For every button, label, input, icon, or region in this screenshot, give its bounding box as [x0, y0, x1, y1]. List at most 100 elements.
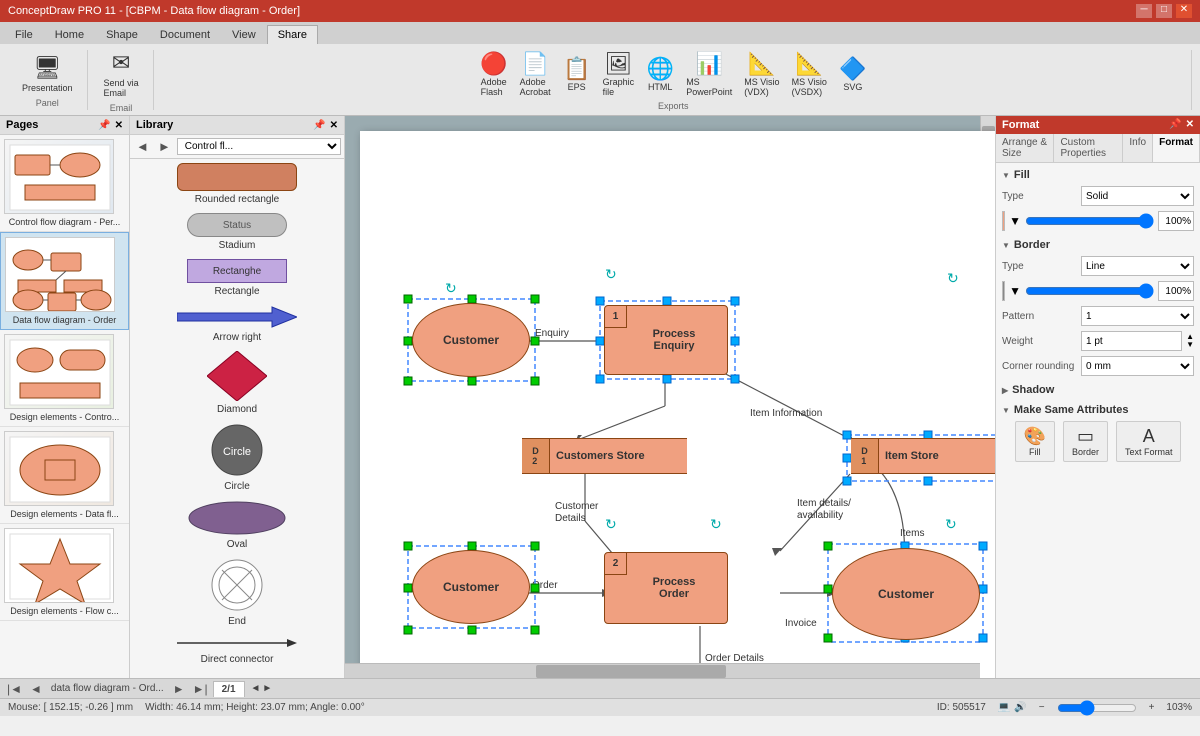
- page-thumb-4[interactable]: Design elements - Data fl...: [0, 427, 129, 524]
- pages-pin-btn[interactable]: 📌: [98, 120, 110, 131]
- fill-color-swatch[interactable]: [1002, 211, 1005, 231]
- border-section-header[interactable]: Border: [1002, 239, 1194, 251]
- shape-customer3[interactable]: Customer: [832, 548, 980, 640]
- page-first-btn[interactable]: |◄: [4, 682, 25, 696]
- format-panel-header: Format 📌 ✕: [996, 116, 1200, 134]
- lib-item-rounded-rect[interactable]: Rounded rectangle: [142, 163, 332, 205]
- page-thumb-1[interactable]: Control flow diagram - Per...: [0, 135, 129, 232]
- lib-item-rectangle[interactable]: Rectanghe Rectangle: [142, 259, 332, 297]
- format-tab-arrange[interactable]: Arrange & Size: [996, 134, 1054, 162]
- lib-forward-btn[interactable]: ►: [155, 138, 174, 155]
- export-buttons: 🔴 AdobeFlash 📄 AdobeAcrobat 📋 EPS 🖼 Grap…: [476, 49, 871, 99]
- send-email-btn[interactable]: ✉ Send viaEmail: [98, 47, 145, 101]
- library-panel-header: Library 📌 ✕: [130, 116, 344, 135]
- adobe-acrobat-btn[interactable]: 📄 AdobeAcrobat: [516, 49, 555, 99]
- zoom-out-btn[interactable]: −: [1039, 702, 1045, 713]
- fill-type-select[interactable]: Solid: [1081, 186, 1194, 206]
- shadow-section-header[interactable]: Shadow: [1002, 384, 1194, 396]
- close-btn[interactable]: ✕: [1176, 4, 1192, 18]
- border-weight-spinner[interactable]: ▲ ▼: [1186, 333, 1194, 349]
- html-btn[interactable]: 🌐 HTML: [642, 54, 678, 94]
- page-prev-btn[interactable]: ◄: [27, 682, 45, 696]
- library-dropdown[interactable]: Control fl...: [177, 138, 341, 155]
- border-opacity-input[interactable]: [1158, 281, 1194, 301]
- page-last-btn[interactable]: ►|: [190, 682, 211, 696]
- page-scroll-left[interactable]: ◄: [251, 683, 261, 694]
- border-weight-input[interactable]: [1081, 331, 1182, 351]
- library-pin-btn[interactable]: 📌: [313, 120, 325, 131]
- shape-process-order[interactable]: 2 ProcessOrder: [604, 552, 728, 624]
- lib-shape-stadium: Status: [187, 213, 287, 237]
- format-tab-info[interactable]: Info: [1123, 134, 1153, 162]
- zoom-in-btn[interactable]: +: [1149, 702, 1155, 713]
- scrollbar-h-thumb[interactable]: [536, 665, 727, 678]
- lib-item-end[interactable]: End: [142, 558, 332, 627]
- lib-item-connector[interactable]: Direct connector: [142, 635, 332, 665]
- lib-item-stadium[interactable]: Status Stadium: [142, 213, 332, 251]
- page-next-btn[interactable]: ►: [170, 682, 188, 696]
- border-opacity-slider[interactable]: [1025, 284, 1154, 298]
- make-same-section-header[interactable]: Make Same Attributes: [1002, 404, 1194, 416]
- border-type-select[interactable]: Line: [1081, 256, 1194, 276]
- border-color-arrow[interactable]: ▼: [1009, 284, 1021, 298]
- border-pattern-select[interactable]: 1: [1081, 306, 1194, 326]
- lib-item-arrow-right[interactable]: Arrow right: [142, 305, 332, 343]
- tab-home[interactable]: Home: [44, 25, 95, 44]
- make-same-border-btn[interactable]: ▭ Border: [1063, 421, 1108, 462]
- zoom-slider[interactable]: [1057, 702, 1137, 714]
- format-tab-format[interactable]: Format: [1153, 134, 1200, 162]
- graphic-label: Graphicfile: [603, 77, 635, 97]
- shape-process-enquiry[interactable]: 1 ProcessEnquiry: [604, 305, 728, 375]
- minimize-btn[interactable]: ─: [1136, 4, 1152, 18]
- library-close-btn[interactable]: ✕: [330, 120, 338, 131]
- tab-view[interactable]: View: [221, 25, 267, 44]
- tab-document[interactable]: Document: [149, 25, 221, 44]
- make-same-fill-btn[interactable]: 🎨 Fill: [1015, 421, 1055, 462]
- page-tab-1[interactable]: 2/1: [213, 681, 245, 697]
- maximize-btn[interactable]: □: [1156, 4, 1172, 18]
- format-close-btn[interactable]: ✕: [1186, 119, 1194, 131]
- ms-powerpoint-btn[interactable]: 📊 MSPowerPoint: [682, 49, 736, 99]
- eps-btn[interactable]: 📋 EPS: [559, 54, 595, 94]
- lib-back-btn[interactable]: ◄: [133, 138, 152, 155]
- page-thumb-3[interactable]: Design elements - Contro...: [0, 330, 129, 427]
- tab-shape[interactable]: Shape: [95, 25, 149, 44]
- lib-item-oval[interactable]: Oval: [142, 500, 332, 550]
- shape-customer1[interactable]: Customer: [412, 303, 530, 377]
- border-color-swatch[interactable]: [1002, 281, 1005, 301]
- page-thumb-5[interactable]: Design elements - Flow c...: [0, 524, 129, 621]
- ms-visio-vsdx-btn[interactable]: 📐 MS Visio(VSDX): [788, 49, 831, 99]
- fill-color-arrow[interactable]: ▼: [1009, 214, 1021, 228]
- status-bar: Mouse: [ 152.15; -0.26 ] mm Width: 46.14…: [0, 698, 1200, 716]
- canvas[interactable]: Enquiry Item Information Customer Detail…: [360, 131, 995, 678]
- svg-text:Invoice: Invoice: [785, 618, 817, 629]
- tab-share[interactable]: Share: [267, 25, 318, 44]
- fill-opacity-slider[interactable]: [1025, 214, 1154, 228]
- system-tray-icon2: 🔊: [1014, 702, 1026, 713]
- graphic-file-btn[interactable]: 🖼 Graphicfile: [599, 49, 639, 99]
- svg-btn[interactable]: 🔷 SVG: [835, 54, 871, 94]
- make-same-text-label: Text Format: [1125, 447, 1173, 457]
- fill-opacity-input[interactable]: [1158, 211, 1194, 231]
- pages-close-btn[interactable]: ✕: [115, 120, 123, 131]
- lib-item-diamond[interactable]: Diamond: [142, 351, 332, 415]
- fill-section-header[interactable]: Fill: [1002, 169, 1194, 181]
- canvas-area[interactable]: Enquiry Item Information Customer Detail…: [345, 116, 995, 678]
- page-scroll-right[interactable]: ►: [262, 683, 272, 694]
- page-thumb-2[interactable]: Data flow diagram - Order: [0, 232, 129, 330]
- format-header-controls: 📌 ✕: [1169, 119, 1194, 131]
- presentation-btn[interactable]: 🖥 Presentation: [16, 52, 79, 96]
- make-same-text-btn[interactable]: A Text Format: [1116, 421, 1182, 462]
- shape-item-store[interactable]: D1 Item Store: [851, 438, 995, 474]
- shape-customer2[interactable]: Customer: [412, 550, 530, 624]
- shape-customers-store[interactable]: D2 Customers Store: [522, 438, 687, 474]
- format-tab-custom[interactable]: Custom Properties: [1054, 134, 1123, 162]
- corner-rounding-select[interactable]: 0 mm: [1081, 356, 1194, 376]
- format-pin-btn[interactable]: 📌: [1169, 119, 1181, 131]
- canvas-scrollbar-h[interactable]: [345, 663, 980, 678]
- ms-visio-vdx-btn[interactable]: 📐 MS Visio(VDX): [740, 49, 783, 99]
- tab-file[interactable]: File: [4, 25, 44, 44]
- lib-item-circle[interactable]: Circle Circle: [142, 423, 332, 492]
- title-bar-controls[interactable]: ─ □ ✕: [1136, 4, 1192, 18]
- adobe-flash-btn[interactable]: 🔴 AdobeFlash: [476, 49, 512, 99]
